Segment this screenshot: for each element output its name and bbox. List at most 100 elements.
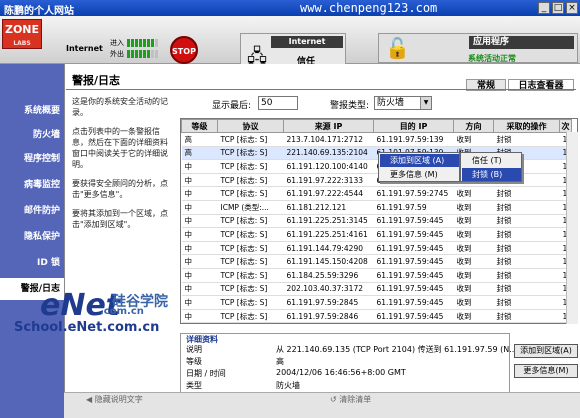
- table-cell: 61.191.97.59: [373, 200, 454, 215]
- table-cell: 收到: [453, 241, 494, 256]
- table-cell: 61.191.225.251:3145: [283, 214, 374, 229]
- table-cell: 61.191.97.59:2745: [373, 186, 454, 201]
- minimize-button[interactable]: _: [538, 2, 550, 14]
- table-cell: 61.191.225.251:4161: [283, 227, 374, 242]
- traffic-meter: 进入 外出: [110, 38, 168, 58]
- table-row[interactable]: 中 TCP [标志: S] 61.191.97.59:2845 61.191.97.5…: [181, 295, 572, 310]
- table-cell: 61.191.144.79:4290: [283, 241, 374, 256]
- table-scrollbar[interactable]: [566, 132, 578, 324]
- table-row[interactable]: 中 TCP [标志: S] 61.191.97.59:2846 61.191.97.5…: [181, 309, 572, 323]
- table-row[interactable]: 中 TCP [标志: S] 61.191.225.251:3145 61.191.97…: [181, 214, 572, 229]
- stop-button[interactable]: STOP: [170, 36, 198, 64]
- table-cell: 221.140.69.135:2104: [283, 146, 374, 161]
- table-cell: 61.191.120.100:4140: [283, 159, 374, 174]
- show-last-spinner[interactable]: 50: [258, 96, 298, 110]
- alert-type-label: 警报类型:: [330, 101, 370, 111]
- table-cell: TCP [标志: S]: [217, 241, 284, 256]
- meter-in-label: 进入: [110, 38, 124, 47]
- table-cell: 61.191.97.222:4544: [283, 186, 374, 201]
- show-last-label: 显示最后:: [212, 101, 252, 111]
- context-menu: 添加到区域 (A) 更多信息 (M): [378, 152, 460, 182]
- table-cell: TCP [标志: S]: [217, 282, 284, 297]
- table-cell: 202.103.40.37:3172: [283, 282, 374, 297]
- table-cell: 中: [181, 282, 218, 297]
- close-button[interactable]: ×: [566, 2, 578, 14]
- table-cell: 61.191.97.59:445: [373, 282, 454, 297]
- table-cell: TCP [标志: S]: [217, 268, 284, 283]
- alert-log-table[interactable]: 等级 协议 来源 IP 目的 IP 方向 采取的操作次 高 TCP [标志: S] 213.7…: [180, 118, 578, 324]
- desc-paragraph: 点击列表中的一条警报信息，然后在下面的详细资料窗口中阅读关于它的详细说明。: [72, 127, 168, 169]
- sidebar-item-program-control[interactable]: 程序控制: [0, 148, 64, 170]
- menu-block[interactable]: 封锁 (B): [462, 168, 521, 181]
- clear-list-link[interactable]: ↺ 清除清单: [330, 394, 371, 405]
- table-cell: 中: [181, 241, 218, 256]
- sidebar-item-privacy[interactable]: 隐私保护: [0, 226, 64, 248]
- table-cell: 中: [181, 159, 218, 174]
- detail-value: 防火墙: [276, 381, 300, 390]
- table-row[interactable]: 中 TCP [标志: S] 61.191.225.251:4161 61.191.97…: [181, 227, 572, 242]
- sidebar-item-antivirus[interactable]: 病毒监控: [0, 174, 64, 196]
- add-to-zone-button[interactable]: 添加到区域(A): [514, 344, 578, 358]
- table-cell: 中: [181, 200, 218, 215]
- table-cell: 收到: [453, 282, 494, 297]
- menu-add-to-zone[interactable]: 添加到区域 (A): [380, 154, 459, 167]
- description-text: 这是你的系统安全活动的记录。 点击列表中的一条警报信息，然后在下面的详细资料窗口…: [72, 96, 168, 238]
- table-cell: 61.191.145.150:4208: [283, 254, 374, 269]
- hide-text-link[interactable]: ◀ 隐藏说明文字: [86, 394, 143, 405]
- column-header[interactable]: 协议: [217, 119, 284, 133]
- table-cell: 收到: [453, 186, 494, 201]
- padlock-icon[interactable]: 🔓: [385, 36, 410, 60]
- table-cell: 61.191.97.222:3133: [283, 173, 374, 188]
- sidebar-item-firewall[interactable]: 防火墙: [0, 124, 64, 146]
- details-box: [180, 333, 510, 397]
- table-row[interactable]: 高 TCP [标志: S] 213.7.104.171:2712 61.191.97.…: [181, 132, 572, 147]
- meter-out-label: 外出: [110, 49, 124, 58]
- table-cell: 213.7.104.171:2712: [283, 132, 374, 147]
- more-info-button[interactable]: 更多信息(M): [514, 364, 578, 378]
- column-header[interactable]: 采取的操作: [493, 119, 560, 133]
- table-cell: ICMP (类型:...: [217, 200, 284, 215]
- table-cell: 收到: [453, 254, 494, 269]
- window-title: 陈鹏的个人网站: [4, 6, 74, 17]
- desc-paragraph: 要获得安全顾问的分析，点击"更多信息"。: [72, 179, 168, 199]
- watermark-school: School.eNet.com.cn: [14, 320, 160, 335]
- table-cell: TCP [标志: S]: [217, 159, 284, 174]
- column-header[interactable]: 方向: [453, 119, 494, 133]
- alert-type-select[interactable]: 防火墙 ▼: [374, 96, 432, 110]
- table-row[interactable]: 中 TCP [标志: S] 202.103.40.37:3172 61.191.97.…: [181, 282, 572, 297]
- table-cell: 封锁: [493, 214, 560, 229]
- table-cell: 61.191.97.59:2845: [283, 295, 374, 310]
- table-cell: 收到: [453, 295, 494, 310]
- table-cell: TCP [标志: S]: [217, 254, 284, 269]
- table-cell: 61.191.97.59:445: [373, 268, 454, 283]
- column-header[interactable]: 等级: [181, 119, 218, 133]
- table-cell: TCP [标志: S]: [217, 173, 284, 188]
- table-cell: 收到: [453, 132, 494, 147]
- column-header[interactable]: 来源 IP: [283, 119, 374, 133]
- table-row[interactable]: 中 TCP [标志: S] 61.191.144.79:4290 61.191.97.…: [181, 241, 572, 256]
- menu-trust[interactable]: 信任 (T): [462, 154, 521, 167]
- table-cell: 61.191.97.59:445: [373, 295, 454, 310]
- table-row[interactable]: 中 TCP [标志: S] 61.191.145.150:4208 61.191.97…: [181, 254, 572, 269]
- chevron-down-icon[interactable]: ▼: [420, 97, 431, 109]
- table-row[interactable]: 中 ICMP (类型:... 61.181.212.121 61.191.97.59 收…: [181, 200, 572, 215]
- column-header[interactable]: 目的 IP: [373, 119, 454, 133]
- maximize-button[interactable]: □: [552, 2, 564, 14]
- table-cell: 封锁: [493, 241, 560, 256]
- page-title: 警报/日志: [72, 74, 121, 87]
- column-header[interactable]: 次: [559, 119, 572, 133]
- internet-label: Internet: [66, 44, 103, 53]
- zonealarm-logo: ZONE LABS: [2, 19, 42, 49]
- table-cell: 中: [181, 214, 218, 229]
- table-cell: 61.191.97.59:445: [373, 309, 454, 323]
- table-row[interactable]: 中 TCP [标志: S] 61.191.97.222:4544 61.191.97.…: [181, 186, 572, 201]
- sidebar-item-overview[interactable]: 系统概要: [0, 100, 64, 122]
- table-cell: 中: [181, 186, 218, 201]
- sidebar-item-id-lock[interactable]: ID 锁: [0, 252, 64, 274]
- menu-more-info[interactable]: 更多信息 (M): [380, 168, 459, 181]
- table-row[interactable]: 中 TCP [标志: S] 61.184.25.59:3296 61.191.97.5…: [181, 268, 572, 283]
- detail-label: 等级: [186, 357, 202, 366]
- table-cell: 封锁: [493, 268, 560, 283]
- sidebar-item-email[interactable]: 邮件防护: [0, 200, 64, 222]
- detail-value: 2004/12/06 16:46:56+8:00 GMT: [276, 368, 406, 377]
